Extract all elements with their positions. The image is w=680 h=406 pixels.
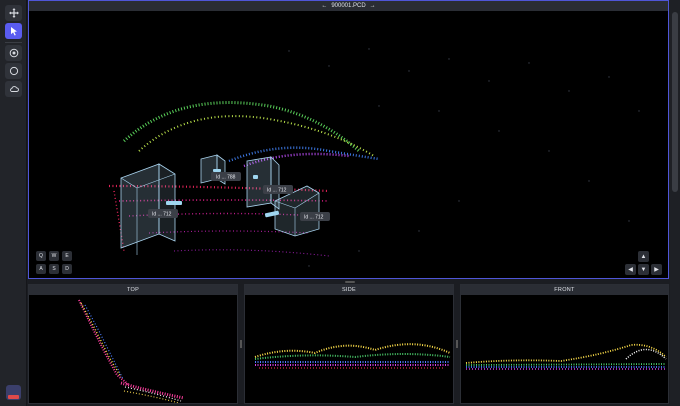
label-cube-1[interactable]: Id ... 788 <box>211 172 241 181</box>
key-w[interactable]: W <box>49 251 59 261</box>
scrollbar-thumb[interactable] <box>672 12 678 192</box>
target-icon <box>9 48 18 58</box>
label-cube-2-text: Id ... 712 <box>152 212 172 218</box>
circle-icon <box>9 66 18 76</box>
app: ← 900001.PCD → Id ... 788 Id ... 712 Id … <box>0 0 680 406</box>
top-view-title: TOP <box>29 285 237 295</box>
prev-frame-arrow-icon[interactable]: ← <box>321 3 327 9</box>
viewport-resize-handle[interactable] <box>345 281 355 283</box>
nav-down-button[interactable]: ▼ <box>638 264 649 275</box>
main-3d-viewport[interactable]: ← 900001.PCD → Id ... 788 Id ... 712 Id … <box>28 0 669 279</box>
label-cube-3-text: Id ... 712 <box>267 188 287 194</box>
label-cube-4[interactable]: Id ... 712 <box>300 212 330 221</box>
side-view-panel[interactable]: SIDE <box>244 284 454 404</box>
nav-up-button[interactable]: ▲ <box>638 251 649 262</box>
label-cube-1-text: Id ... 788 <box>216 175 236 181</box>
point-arc-green <box>122 101 360 153</box>
key-s[interactable]: S <box>49 264 59 274</box>
app-logo-icon[interactable] <box>6 385 21 400</box>
right-scrollbar[interactable] <box>670 0 680 406</box>
front-view-panel[interactable]: FRONT <box>460 284 669 404</box>
next-frame-arrow-icon[interactable]: → <box>370 3 376 9</box>
key-a[interactable]: A <box>36 264 46 274</box>
cloud-icon <box>9 86 19 92</box>
top-view-canvas[interactable] <box>29 295 237 403</box>
nav-right-button[interactable]: ▶ <box>651 264 662 275</box>
circle-tool-button[interactable] <box>5 63 22 79</box>
pointer-icon <box>10 27 17 36</box>
background-points <box>288 48 640 267</box>
viewport-title: 900001.PCD <box>331 3 366 9</box>
target-tool-button[interactable] <box>5 45 22 61</box>
toolbar-divider <box>5 42 22 43</box>
panel-resize-handle-2[interactable] <box>456 340 458 348</box>
front-view-canvas[interactable] <box>461 295 668 403</box>
logo-badge <box>8 395 19 399</box>
move-icon <box>8 8 19 18</box>
front-view-title: FRONT <box>461 285 668 295</box>
panel-resize-handle-1[interactable] <box>240 340 242 348</box>
select-tool-button[interactable] <box>5 23 22 39</box>
side-view-canvas[interactable] <box>245 295 453 403</box>
move-tool-button[interactable] <box>5 5 22 21</box>
label-cube-4-text: Id ... 712 <box>304 215 324 221</box>
label-cube-2[interactable]: Id ... 712 <box>148 209 178 218</box>
side-view-title: SIDE <box>245 285 453 295</box>
label-cube-3[interactable]: Id ... 712 <box>263 185 293 194</box>
key-d[interactable]: D <box>62 264 72 274</box>
point-cloud-scene[interactable]: Id ... 788 Id ... 712 Id ... 712 Id ... … <box>29 11 668 278</box>
bounding-box-3[interactable] <box>246 156 280 210</box>
key-q[interactable]: Q <box>36 251 46 261</box>
top-view-panel[interactable]: TOP <box>28 284 238 404</box>
viewport-header: ← 900001.PCD → <box>29 1 668 11</box>
point-arc-blue <box>228 146 380 163</box>
nav-left-button[interactable]: ◀ <box>625 264 636 275</box>
key-e[interactable]: E <box>62 251 72 261</box>
left-toolbar <box>0 0 27 406</box>
cloud-tool-button[interactable] <box>5 81 22 97</box>
